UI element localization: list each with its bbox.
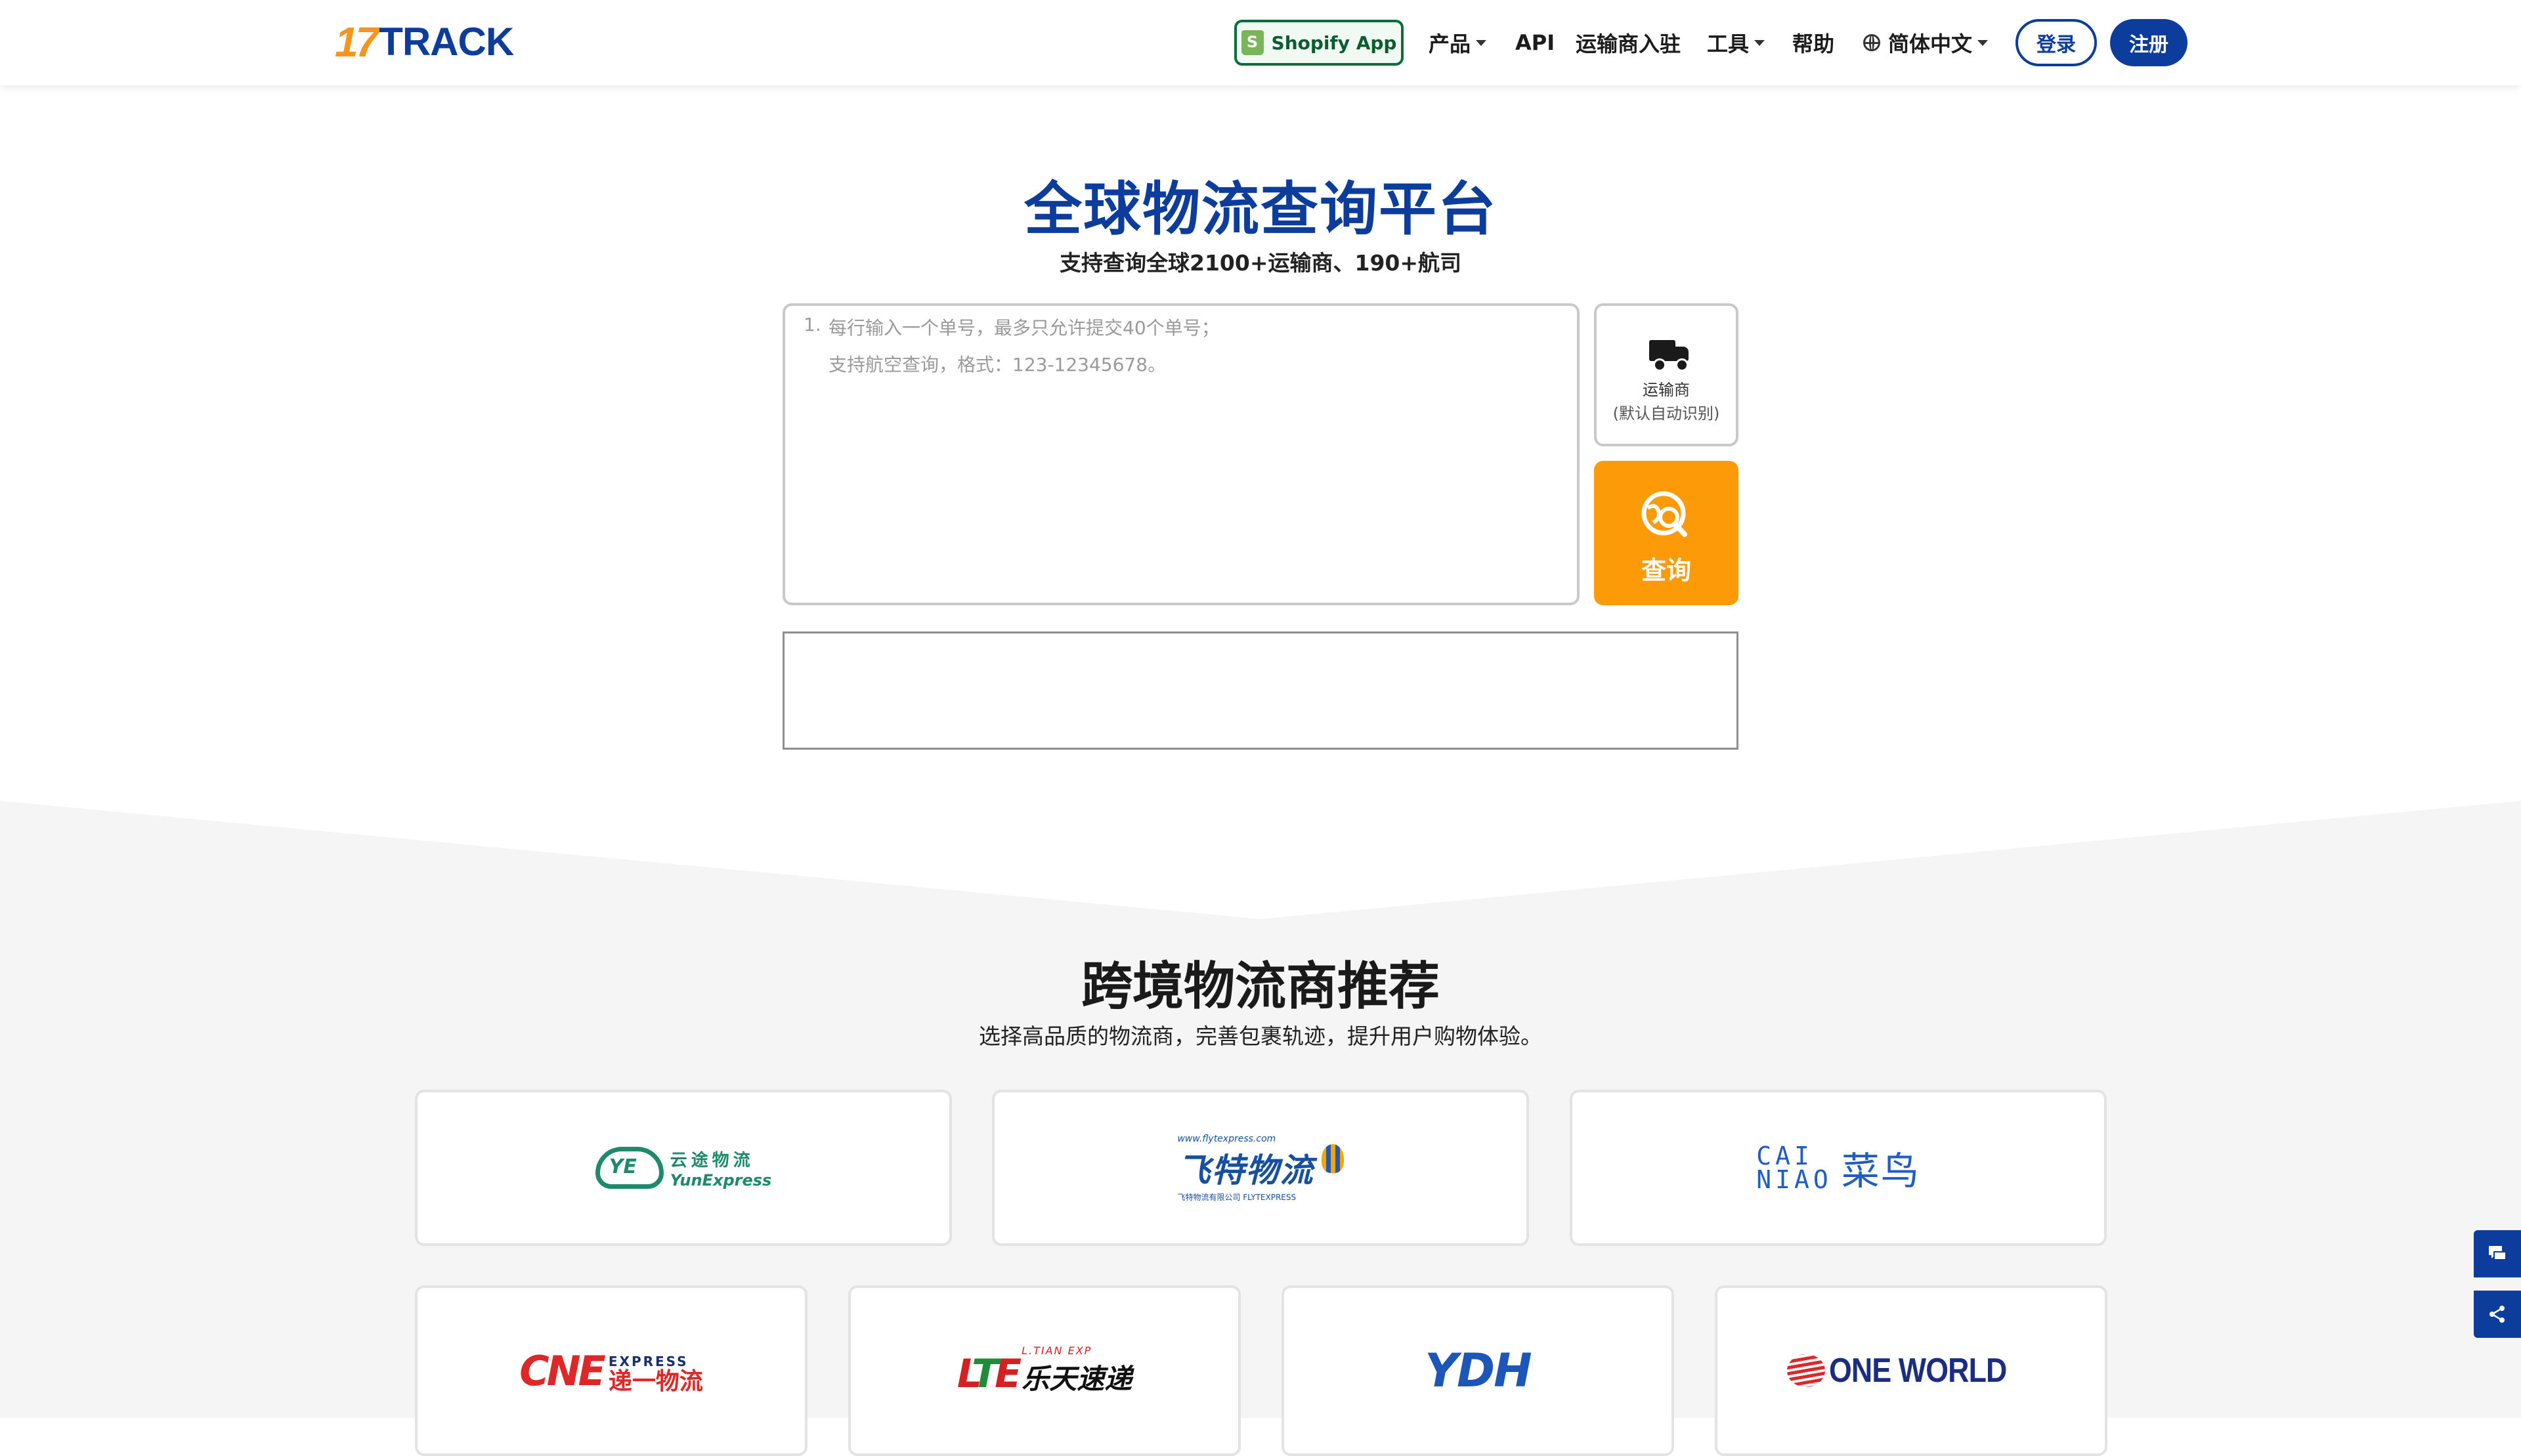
flytexpress-cn: 飞特物流 [1177, 1151, 1314, 1189]
logo-number: 17 [335, 18, 379, 66]
yunexpress-cn: 云途物流 [670, 1150, 754, 1170]
search-button-label: 查询 [1641, 556, 1691, 585]
carrier-auto-detect-label: (默认自动识别) [1612, 404, 1720, 423]
chevron-down-icon [1754, 39, 1765, 46]
cne-cn: 递一物流 [608, 1367, 703, 1395]
nav-api-label: API [1515, 30, 1555, 55]
top-header: 17 TRACK Shopify App 产品 API 运输商入驻 工具 帮助 … [0, 0, 2521, 85]
cainiao-logo: CAI NIAO 菜鸟 [1756, 1140, 1920, 1195]
input-placeholder-line2: 支持航空查询，格式：123-12345678。 [829, 354, 1167, 375]
yunexpress-logo: 云途物流 YunExpress [595, 1147, 772, 1189]
nav-api[interactable]: API [1515, 0, 1555, 85]
chat-icon [2489, 1246, 2507, 1260]
tracking-number-input[interactable]: 1. 每行输入一个单号，最多只允许提交40个单号； 支持航空查询，格式：123-… [783, 303, 1580, 605]
nav-products-label: 产品 [1429, 32, 1471, 56]
balloon-icon [1321, 1144, 1344, 1173]
ltian-cn: 乐天速递 [1022, 1363, 1132, 1395]
yunexpress-en: YunExpress [670, 1170, 772, 1189]
shopify-app-button[interactable]: Shopify App [1234, 20, 1404, 66]
nav-help[interactable]: 帮助 [1792, 0, 1834, 85]
nav-carrier-join-label: 运输商入驻 [1576, 32, 1681, 56]
globe-icon [1863, 34, 1880, 51]
oneworld-logo: ONE WORLD [1786, 1351, 2036, 1390]
nav-tools[interactable]: 工具 [1707, 0, 1765, 85]
cne-mark: CNE [519, 1346, 606, 1395]
cne-logo: CNE EXPRESS 递一物流 [519, 1347, 703, 1395]
carrier-card-yunexpress[interactable]: 云途物流 YunExpress [415, 1090, 952, 1246]
carrier-label: 运输商 [1643, 381, 1690, 399]
flytexpress-sub: 飞特物流有限公司 FLYTEXPRESS [1177, 1192, 1297, 1202]
language-selector[interactable]: 简体中文 [1863, 0, 1989, 85]
cloud-icon [595, 1147, 664, 1189]
carrier-card-cne[interactable]: CNE EXPRESS 递一物流 [415, 1285, 808, 1456]
nav-carrier-join[interactable]: 运输商入驻 [1576, 0, 1681, 85]
page-title: 全球物流查询平台 [1023, 175, 1497, 243]
flytexpress-url: www.flytexpress.com [1177, 1133, 1276, 1144]
ydh-logo: YDH [1425, 1344, 1532, 1398]
search-globe-icon [1641, 491, 1687, 537]
nav-help-label: 帮助 [1792, 32, 1835, 56]
chevron-down-icon [1977, 39, 1989, 46]
register-button[interactable]: 注册 [2110, 19, 2187, 66]
search-button[interactable]: 查询 [1594, 461, 1738, 605]
line-number: 1. [804, 314, 821, 335]
share-icon [2489, 1306, 2505, 1323]
nav-tools-label: 工具 [1707, 32, 1750, 56]
section-title: 跨境物流商推荐 [1081, 957, 1440, 1016]
flytexpress-logo: www.flytexpress.com 飞特物流 飞特物流有限公司 FLYTEX… [1177, 1133, 1344, 1203]
truck-icon [1649, 340, 1690, 372]
carrier-card-ltian[interactable]: LTE L.TIAN EXP 乐天速递 [848, 1285, 1241, 1456]
carrier-card-flytexpress[interactable]: www.flytexpress.com 飞特物流 飞特物流有限公司 FLYTEX… [992, 1090, 1529, 1246]
input-placeholder-line1: 每行输入一个单号，最多只允许提交40个单号； [829, 317, 1220, 339]
section-subtitle: 选择高品质的物流商，完善包裹轨迹，提升用户购物体验。 [979, 1023, 1542, 1049]
logo-text: TRACK [379, 20, 514, 64]
share-button[interactable] [2474, 1291, 2521, 1338]
nav-products[interactable]: 产品 [1429, 0, 1487, 85]
oneworld-text: ONE WORLD [1828, 1352, 2007, 1390]
language-label: 简体中文 [1888, 32, 1973, 56]
logo-17track[interactable]: 17 TRACK [335, 18, 514, 66]
ad-banner-area [783, 632, 1738, 750]
page-subtitle: 支持查询全球2100+运输商、190+航司 [1059, 250, 1462, 276]
ltian-mark: LTE [957, 1351, 1022, 1397]
ltian-en: L.TIAN EXP [1022, 1344, 1092, 1357]
ltian-logo: LTE L.TIAN EXP 乐天速递 [957, 1344, 1132, 1397]
shopify-app-label: Shopify App [1271, 32, 1397, 54]
cainiao-en-line2: NIAO [1756, 1165, 1832, 1194]
carrier-card-oneworld[interactable]: ONE WORLD [1715, 1285, 2107, 1456]
chevron-down-icon [1476, 39, 1487, 46]
carrier-card-cainiao[interactable]: CAI NIAO 菜鸟 [1570, 1090, 2107, 1246]
chat-button[interactable] [2474, 1230, 2521, 1277]
shopify-bag-icon [1241, 30, 1264, 55]
carrier-select-button[interactable]: 运输商 (默认自动识别) [1594, 303, 1738, 446]
carrier-card-ydh[interactable]: YDH [1282, 1285, 1674, 1456]
oneworld-globe-icon [1786, 1354, 1825, 1387]
cainiao-cn: 菜鸟 [1841, 1149, 1920, 1193]
login-button[interactable]: 登录 [2015, 19, 2097, 66]
cainiao-en-line1: CAI [1756, 1142, 1813, 1170]
cne-express: EXPRESS [608, 1353, 689, 1369]
